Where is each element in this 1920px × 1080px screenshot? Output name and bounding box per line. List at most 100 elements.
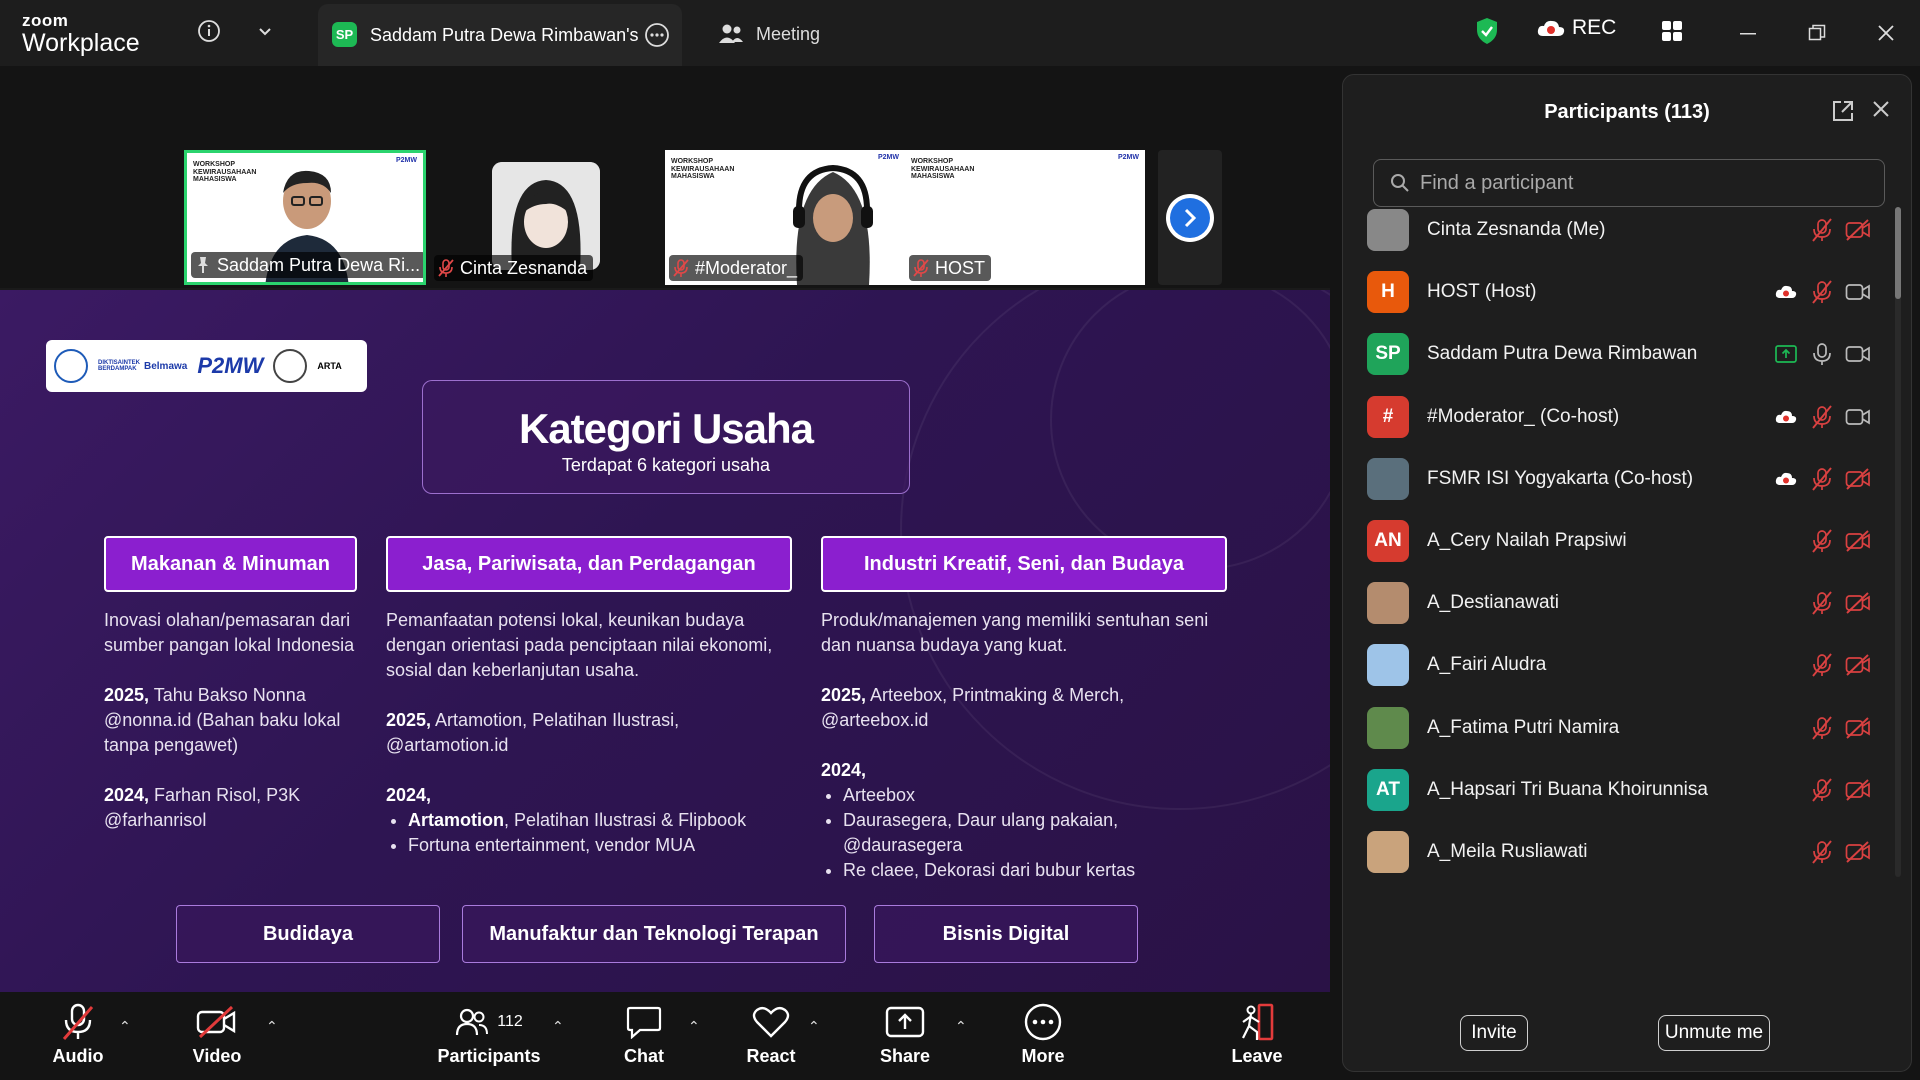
- participant-row[interactable]: Cinta Zesnanda (Me): [1367, 199, 1887, 261]
- unmute-me-label: Unmute me: [1664, 1022, 1764, 1043]
- more-button[interactable]: More: [998, 1000, 1088, 1076]
- profile-photo: [492, 162, 600, 270]
- participant-list-scrollbar[interactable]: [1895, 207, 1901, 877]
- video-tile-saddam[interactable]: WORKSHOP KEWIRAUSAHAAN MAHASISWA P2MW Sa…: [184, 150, 426, 285]
- leave-label: Leave: [1231, 1046, 1283, 1066]
- info-icon[interactable]: [192, 14, 226, 48]
- participant-list: Cinta Zesnanda (Me) H HOST (Host) SP Saddam …: [1343, 199, 1899, 879]
- participants-button[interactable]: 112 Participants: [434, 1000, 544, 1076]
- tile-name: Saddam Putra Dewa Ri...: [217, 254, 421, 275]
- avatar: [1367, 644, 1409, 687]
- search-placeholder: Find a participant: [1420, 171, 1574, 194]
- chat-button[interactable]: Chat: [599, 1000, 689, 1076]
- tab-meeting-window[interactable]: SP Saddam Putra Dewa Rimbawan's: [318, 4, 682, 66]
- avatar: [1367, 831, 1409, 873]
- participant-row[interactable]: A_Meila Rusliawati: [1367, 821, 1887, 879]
- recording-indicator[interactable]: REC: [1536, 16, 1616, 40]
- security-shield-icon[interactable]: [1470, 14, 1504, 48]
- participant-name: FSMR ISI Yogyakarta (Co-host): [1427, 467, 1694, 489]
- example-list: Arteebox Daurasegera, Daur ulang pakaian…: [821, 783, 1227, 883]
- restore-icon[interactable]: [1802, 18, 1832, 48]
- avatar: [1367, 209, 1409, 251]
- more-options-icon[interactable]: [644, 22, 670, 53]
- more-icon: [1024, 1000, 1062, 1044]
- tile-name-bar: HOST: [909, 255, 992, 281]
- participant-row[interactable]: AN A_Cery Nailah Prapsiwi: [1367, 510, 1887, 572]
- tab-meeting[interactable]: Meeting: [718, 18, 820, 50]
- participant-row[interactable]: A_Fatima Putri Namira: [1367, 697, 1887, 759]
- more-label: More: [1021, 1046, 1065, 1066]
- participant-row[interactable]: A_Destianawati: [1367, 572, 1887, 634]
- participants-label: Participants: [437, 1046, 541, 1066]
- avatar: [1367, 457, 1409, 500]
- bullet-bold: Artamotion: [408, 810, 504, 830]
- tile-name: Cinta Zesnanda: [460, 257, 588, 278]
- cloud-record-icon: [1773, 404, 1799, 430]
- invite-button[interactable]: Invite: [1460, 1015, 1528, 1051]
- mic-muted-icon: [1809, 590, 1835, 616]
- video-tile-cinta[interactable]: Cinta Zesnanda: [430, 150, 600, 285]
- react-button[interactable]: React: [726, 1000, 816, 1076]
- audio-label: Audio: [52, 1046, 104, 1066]
- chat-caret-icon[interactable]: ⌃: [688, 1018, 700, 1035]
- category-description: Produk/manajemen yang memiliki sentuhan …: [821, 610, 1209, 655]
- category-1-text: Inovasi olahan/pemasaran dari sumber pan…: [104, 608, 372, 833]
- participant-name: A_Hapsari Tri Buana Khoirunnisa: [1427, 778, 1708, 800]
- next-page-button[interactable]: [1166, 194, 1214, 242]
- bullet-text: Arteebox: [843, 785, 916, 805]
- react-caret-icon[interactable]: ⌃: [808, 1018, 820, 1035]
- participant-name: A_Meila Rusliawati: [1427, 841, 1588, 862]
- apps-grid-icon[interactable]: [1655, 14, 1689, 48]
- video-button[interactable]: Video: [172, 1000, 262, 1076]
- chat-icon: [626, 1000, 662, 1044]
- share-button[interactable]: Share: [860, 1000, 950, 1076]
- rec-label: REC: [1572, 16, 1617, 39]
- popout-icon[interactable]: [1831, 99, 1855, 128]
- share-caret-icon[interactable]: ⌃: [955, 1018, 967, 1035]
- video-tile-moderator[interactable]: WORKSHOP KEWIRAUSAHAAN MAHASISWA P2MW #M…: [665, 150, 905, 285]
- tile-name-bar: #Moderator_: [669, 255, 804, 281]
- video-icon: [1845, 404, 1871, 430]
- participant-row[interactable]: SP Saddam Putra Dewa Rimbawan: [1367, 323, 1887, 385]
- chevron-down-icon[interactable]: [248, 14, 282, 48]
- logo-diktisaintek: DIKTISAINTEK BERDAMPAK: [98, 360, 140, 372]
- leave-button[interactable]: Leave: [1212, 1000, 1302, 1076]
- share-label: Share: [879, 1046, 931, 1066]
- search-icon: [1391, 174, 1409, 192]
- video-tile-host[interactable]: WORKSHOP KEWIRAUSAHAAN MAHASISWA P2MW HO…: [905, 150, 1145, 285]
- minimize-icon[interactable]: [1733, 18, 1763, 48]
- react-label: React: [746, 1046, 796, 1066]
- unmute-me-button[interactable]: Unmute me: [1658, 1015, 1770, 1051]
- list-item: Artamotion, Pelatihan Ilustrasi & Flipbo…: [408, 808, 792, 833]
- close-icon[interactable]: [1871, 18, 1901, 48]
- mic-muted-icon: [913, 259, 929, 277]
- slide-title-box: Kategori Usaha Terdapat 6 kategori usaha: [422, 380, 910, 494]
- video-caret-icon[interactable]: ⌃: [266, 1018, 278, 1035]
- participant-name: A_Fairi Aludra: [1427, 654, 1547, 676]
- participant-row[interactable]: FSMR ISI Yogyakarta (Co-host): [1367, 448, 1887, 510]
- participant-row[interactable]: A_Fairi Aludra: [1367, 634, 1887, 696]
- avatar: [1367, 582, 1409, 625]
- participant-row[interactable]: # #Moderator_ (Co-host): [1367, 386, 1887, 448]
- participant-name: A_Fatima Putri Namira: [1427, 716, 1620, 738]
- category-label: Industri Kreatif, Seni, dan Budaya: [863, 552, 1185, 575]
- list-item: Daurasegera, Daur ulang pakaian, @dauras…: [843, 808, 1227, 858]
- participant-row[interactable]: H HOST (Host): [1367, 261, 1887, 323]
- cloud-record-icon: [1537, 20, 1565, 36]
- participant-name: HOST (Host): [1427, 281, 1537, 303]
- audio-caret-icon[interactable]: ⌃: [119, 1018, 131, 1035]
- mic-muted-icon: [1809, 839, 1835, 865]
- example-list: Artamotion, Pelatihan Ilustrasi & Flipbo…: [386, 808, 792, 858]
- title-bar: zoom Workplace SP Saddam Putra Dewa Rimb…: [0, 0, 1920, 66]
- participants-caret-icon[interactable]: ⌃: [552, 1018, 564, 1035]
- category-example-2025: 2025, Tahu Bakso Nonna @nonna.id (Bahan …: [104, 683, 372, 758]
- scrollbar-thumb[interactable]: [1895, 207, 1901, 299]
- close-panel-icon[interactable]: [1871, 99, 1891, 124]
- audio-button[interactable]: Audio: [33, 1000, 123, 1076]
- video-off-icon: [196, 1000, 238, 1044]
- participant-row[interactable]: AT A_Hapsari Tri Buana Khoirunnisa: [1367, 759, 1887, 821]
- video-off-icon: [1845, 839, 1871, 865]
- example-text: Arteebox, Printmaking & Merch, @arteebox…: [821, 685, 1125, 730]
- category-description: Inovasi olahan/pemasaran dari sumber pan…: [104, 610, 355, 655]
- kemendikti-logo-icon: [54, 349, 88, 383]
